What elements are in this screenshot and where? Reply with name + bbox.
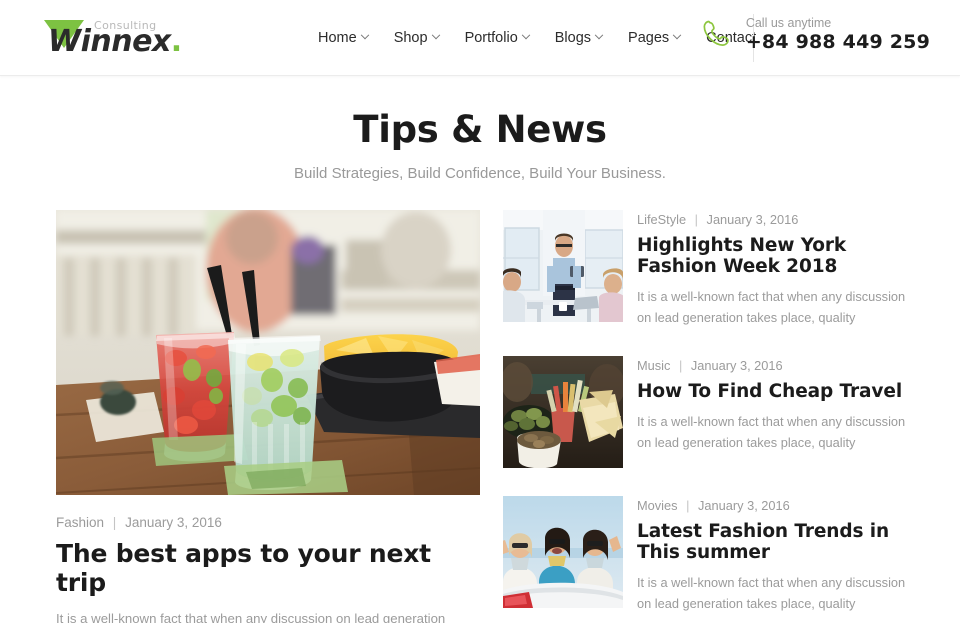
featured-article[interactable]: Fashion | January 3, 2016 The best apps …	[56, 210, 480, 623]
featured-article-title[interactable]: The best apps to your next trip	[56, 539, 480, 597]
nav-item-shop[interactable]: Shop	[393, 30, 440, 46]
phone-icon	[703, 20, 729, 47]
chevron-down-icon	[672, 30, 682, 40]
post-body: Movies | January 3, 2016 Latest Fashion …	[637, 496, 930, 614]
post-excerpt: It is a well-known fact that when any di…	[637, 289, 906, 326]
site-header: Consulting Winnex. Home Shop Portfolio B…	[0, 0, 960, 76]
post-category[interactable]: LifeStyle	[637, 212, 686, 227]
chevron-down-icon	[360, 30, 369, 40]
list-item[interactable]: LifeStyle | January 3, 2016 Highlights N…	[503, 210, 930, 328]
call-text-group: Call us anytime +84 988 449 259	[746, 16, 930, 54]
post-excerpt: It is a well-known fact that when any di…	[637, 414, 906, 451]
featured-category[interactable]: Fashion	[56, 515, 104, 530]
post-body: LifeStyle | January 3, 2016 Highlights N…	[637, 210, 930, 328]
post-date: January 3, 2016	[706, 212, 799, 227]
post-date: January 3, 2016	[698, 498, 790, 514]
call-us-block[interactable]: Call us anytime +84 988 449 259	[700, 16, 930, 54]
featured-date: January 3, 2016	[125, 515, 222, 530]
logo-dot: .	[170, 24, 182, 59]
chevron-down-icon	[431, 30, 440, 40]
nav-label-shop: Shop	[393, 30, 428, 46]
list-item[interactable]: Music | January 3, 2016 How To Find Chea…	[503, 356, 930, 469]
page-header: Tips & News Build Strategies, Build Conf…	[0, 76, 960, 182]
appetizer-platter-photo	[503, 356, 623, 469]
post-meta: Music | January 3, 2016	[637, 358, 922, 373]
post-title[interactable]: Latest Fashion Trends in This summer	[637, 521, 930, 563]
page-title: Tips & News	[353, 108, 607, 151]
post-meta: LifeStyle | January 3, 2016	[637, 212, 930, 227]
post-thumbnail[interactable]	[503, 210, 623, 322]
cocktails-photo	[56, 210, 480, 495]
post-category[interactable]: Movies	[637, 498, 678, 513]
nav-item-home[interactable]: Home	[318, 30, 369, 46]
post-body: Music | January 3, 2016 How To Find Chea…	[637, 356, 922, 468]
chevron-down-icon	[594, 30, 604, 40]
meta-separator: |	[112, 515, 117, 530]
chevron-down-icon	[521, 30, 531, 40]
featured-article-excerpt: It is a well-known fact that when any di…	[56, 611, 446, 623]
call-label: Call us anytime	[745, 16, 832, 30]
call-phone-number[interactable]: +84 988 449 259	[746, 32, 930, 54]
post-list: LifeStyle | January 3, 2016 Highlights N…	[503, 210, 930, 623]
post-title[interactable]: How To Find Cheap Travel	[637, 381, 922, 402]
featured-article-meta: Fashion | January 3, 2016	[56, 515, 480, 530]
main-navigation: Home Shop Portfolio Blogs Pages Contact	[318, 0, 756, 76]
nav-label-blogs: Blogs	[554, 30, 592, 46]
blog-content: Fashion | January 3, 2016 The best apps …	[0, 210, 960, 623]
meta-separator: |	[694, 212, 698, 227]
page-subtitle: Build Strategies, Build Confidence, Buil…	[294, 165, 666, 182]
logo-brand-text: Winnex	[48, 24, 171, 59]
meta-separator: |	[686, 498, 690, 514]
nav-label-home: Home	[318, 30, 357, 46]
post-thumbnail[interactable]	[503, 496, 623, 609]
post-excerpt: It is a well-known fact that when any di…	[637, 575, 906, 612]
nav-item-pages[interactable]: Pages	[628, 30, 682, 46]
list-item[interactable]: Movies | January 3, 2016 Latest Fashion …	[503, 496, 930, 614]
logo-wordmark: Winnex.	[48, 24, 182, 59]
post-thumbnail[interactable]	[503, 356, 623, 469]
post-date: January 3, 2016	[690, 358, 783, 374]
post-title[interactable]: Highlights New York Fashion Week 2018	[637, 235, 930, 277]
site-logo[interactable]: Consulting Winnex.	[40, 14, 190, 60]
business-meeting-photo	[503, 210, 623, 322]
meta-separator: |	[678, 358, 683, 374]
nav-label-pages: Pages	[628, 30, 670, 46]
nav-label-portfolio: Portfolio	[464, 30, 518, 46]
post-meta: Movies | January 3, 2016	[637, 498, 930, 513]
featured-article-image[interactable]	[56, 210, 480, 495]
women-in-convertible-photo	[503, 496, 623, 609]
nav-item-blogs[interactable]: Blogs	[554, 30, 604, 46]
nav-item-portfolio[interactable]: Portfolio	[464, 30, 531, 46]
post-category[interactable]: Music	[637, 358, 670, 373]
